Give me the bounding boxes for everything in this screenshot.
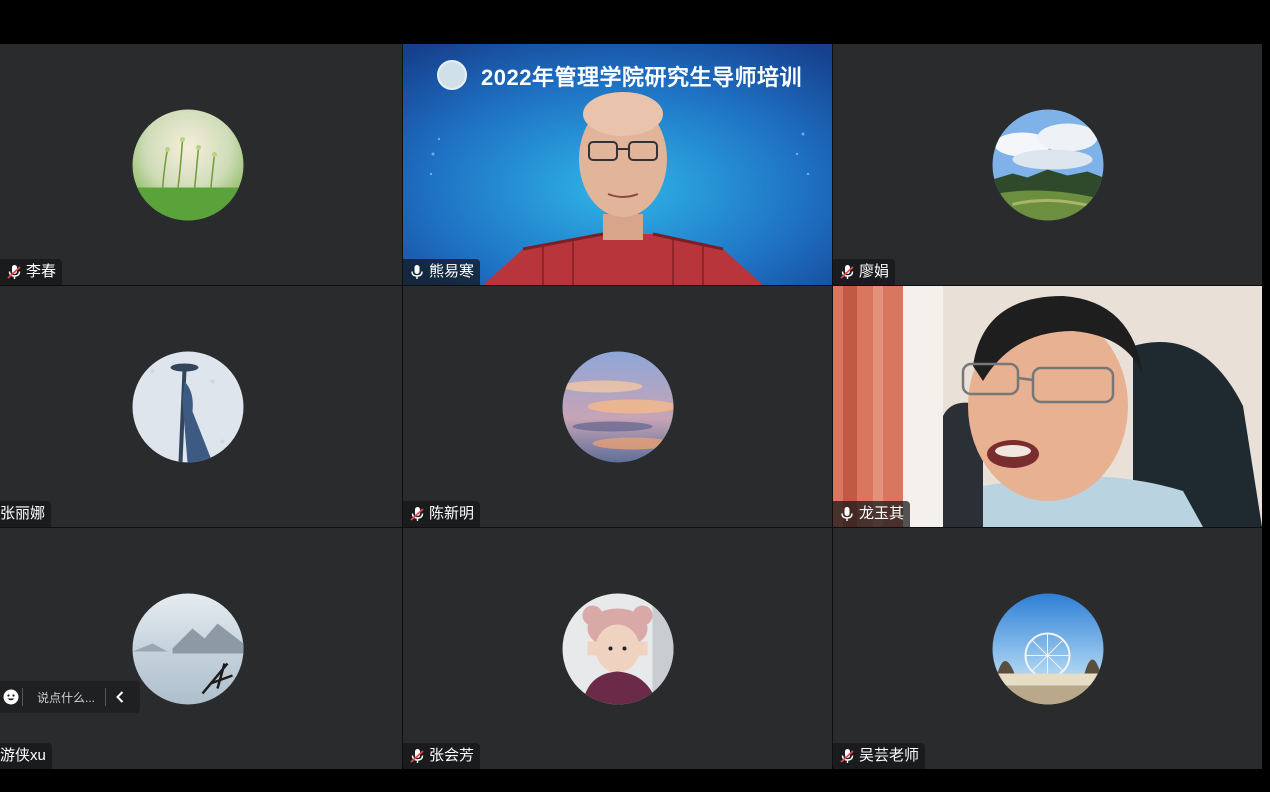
chat-input-bar[interactable]: 说点什么... [0,681,140,713]
participant-name: 游侠xu [0,747,46,764]
participant-name: 熊易寒 [429,263,475,280]
participant-tile[interactable]: 廖娟 [833,44,1262,285]
participant-tile-video[interactable]: 2022年管理学院研究生导师培训 熊易寒 [403,44,832,285]
chat-input[interactable]: 说点什么... [23,689,105,706]
participant-name: 张丽娜 [0,505,46,522]
participant-tile[interactable]: 游侠xu [0,528,402,769]
mic-muted-icon [7,265,21,279]
smiley-icon[interactable] [0,681,22,713]
nameplate: 陈新明 [403,501,481,527]
avatar [562,593,673,704]
participant-name: 廖娟 [859,263,890,280]
participant-tile[interactable]: 张丽娜 [0,286,402,527]
mic-muted-icon [840,265,854,279]
nameplate: 廖娟 [833,259,896,285]
avatar [132,109,244,220]
participant-tile[interactable]: 吴芸老师 [833,528,1262,769]
avatar [992,109,1103,220]
mic-icon [411,265,423,279]
mic-icon [841,507,853,521]
participant-tile[interactable]: 张会芳 [403,528,832,769]
video-feed [833,286,1262,527]
nameplate: 张会芳 [403,743,481,769]
participant-name: 张会芳 [429,747,475,764]
participant-tile[interactable]: 陈新明 [403,286,832,527]
nameplate: 张丽娜 [0,501,52,527]
participant-tile-video-active[interactable]: 龙玉其 [833,286,1262,527]
nameplate: 龙玉其 [833,501,911,527]
mic-muted-icon [840,749,854,763]
participant-name: 陈新明 [429,505,475,522]
participant-name: 龙玉其 [859,505,905,522]
school-logo-icon [437,60,467,90]
avatar [132,593,244,704]
mic-muted-icon [410,507,424,521]
mic-muted-icon [410,749,424,763]
video-grid: 李春 2022年管理学院研究生导师培训 熊易寒 廖娟 张丽娜 陈新明 龙玉其 游… [0,44,1262,769]
participant-tile[interactable]: 李春 [0,44,402,285]
chevron-left-icon[interactable] [106,681,134,713]
avatar [992,593,1103,704]
nameplate: 李春 [0,259,63,285]
nameplate: 熊易寒 [403,259,481,285]
nameplate: 游侠xu [0,743,52,769]
participant-name: 李春 [26,263,57,280]
banner-title: 2022年管理学院研究生导师培训 [481,65,802,90]
nameplate: 吴芸老师 [833,743,926,769]
participant-name: 吴芸老师 [859,747,920,764]
avatar [132,351,244,462]
avatar [562,351,673,462]
